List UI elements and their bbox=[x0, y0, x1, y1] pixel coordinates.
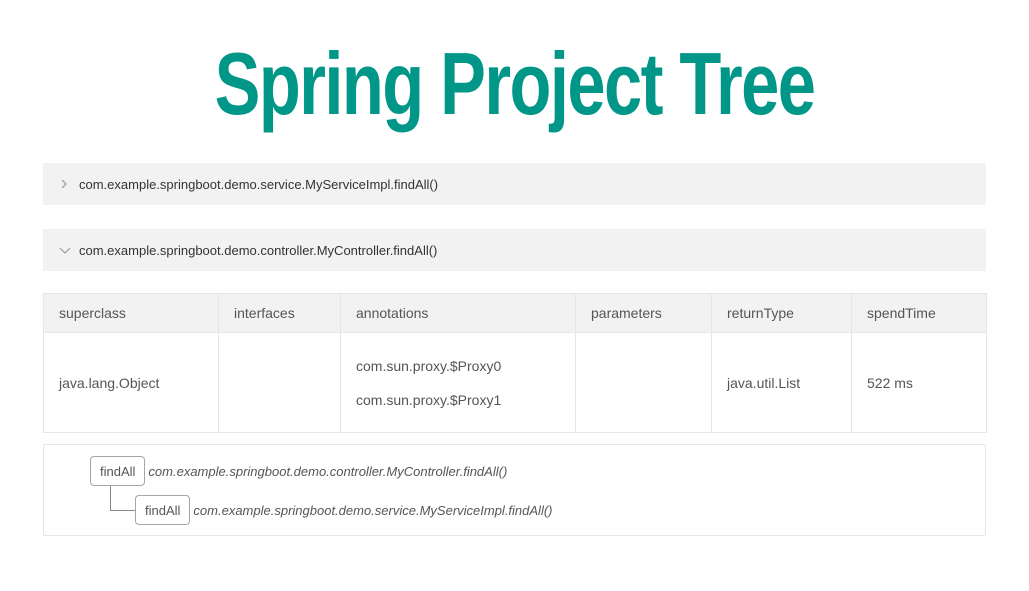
annotation-item: com.sun.proxy.$Proxy0 bbox=[356, 357, 502, 374]
annotation-item: com.sun.proxy.$Proxy1 bbox=[356, 391, 502, 408]
chevron-down-icon bbox=[59, 245, 77, 255]
table-row: java.lang.Object com.sun.proxy.$Proxy0 c… bbox=[43, 332, 987, 433]
cell-spend-time: 522 ms bbox=[851, 332, 987, 433]
tree-node-controller: findAll com.example.springboot.demo.cont… bbox=[90, 456, 507, 486]
tree-node-button[interactable]: findAll bbox=[135, 495, 191, 525]
chevron-right-icon bbox=[59, 179, 77, 189]
tree-node-path: com.example.springboot.demo.service.MySe… bbox=[193, 502, 553, 518]
cell-interfaces bbox=[218, 332, 341, 433]
column-header-spend-time: spendTime bbox=[851, 293, 987, 333]
method-info-table: superclass interfaces annotations parame… bbox=[43, 293, 987, 433]
tree-node-button[interactable]: findAll bbox=[90, 456, 146, 486]
collapse-panel-label: com.example.springboot.demo.service.MySe… bbox=[79, 176, 439, 192]
column-header-parameters: parameters bbox=[575, 293, 712, 333]
cell-superclass: java.lang.Object bbox=[43, 332, 219, 433]
cell-annotations: com.sun.proxy.$Proxy0 com.sun.proxy.$Pro… bbox=[340, 332, 576, 433]
column-header-annotations: annotations bbox=[340, 293, 576, 333]
collapse-panel-service[interactable]: com.example.springboot.demo.service.MySe… bbox=[43, 163, 986, 205]
table-header-row: superclass interfaces annotations parame… bbox=[43, 293, 987, 333]
cell-parameters bbox=[575, 332, 712, 433]
tree-connector bbox=[110, 510, 135, 511]
tree-node-service: findAll com.example.springboot.demo.serv… bbox=[135, 495, 553, 525]
collapse-panel-label: com.example.springboot.demo.controller.M… bbox=[79, 242, 438, 258]
call-tree: findAll com.example.springboot.demo.cont… bbox=[43, 444, 986, 536]
collapse-panel-controller[interactable]: com.example.springboot.demo.controller.M… bbox=[43, 229, 986, 271]
column-header-return-type: returnType bbox=[711, 293, 852, 333]
column-header-interfaces: interfaces bbox=[218, 293, 341, 333]
tree-node-path: com.example.springboot.demo.controller.M… bbox=[148, 463, 508, 479]
tree-connector bbox=[110, 486, 111, 510]
column-header-superclass: superclass bbox=[43, 293, 219, 333]
cell-return-type: java.util.List bbox=[711, 332, 852, 433]
page-title: Spring Project Tree bbox=[214, 34, 816, 133]
